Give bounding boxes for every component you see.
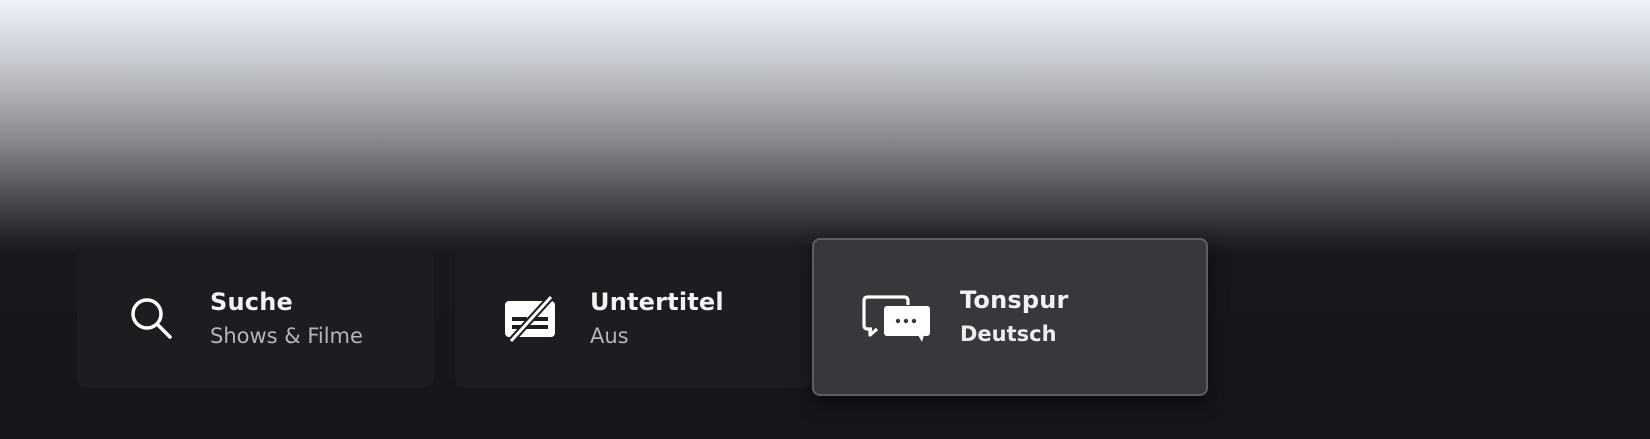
subtitles-tile-title: Untertitel	[590, 288, 724, 316]
search-tile-texts: Suche Shows & Filme	[210, 286, 363, 352]
audio-track-tile-texts: Tonspur Deutsch	[960, 284, 1069, 350]
subtitles-off-icon	[502, 293, 558, 345]
audio-track-tile-subtitle: Deutsch	[960, 322, 1057, 346]
player-options-menu: Suche Shows & Filme Untertitel Aus Tonsp…	[0, 0, 1650, 439]
search-tile-subtitle: Shows & Filme	[210, 324, 363, 348]
subtitles-tile-subtitle: Aus	[590, 324, 629, 348]
audio-track-tile[interactable]: Tonspur Deutsch	[812, 238, 1208, 396]
search-tile-title: Suche	[210, 288, 293, 316]
subtitles-tile-texts: Untertitel Aus	[590, 286, 724, 352]
audio-track-icon	[860, 289, 932, 345]
subtitles-tile[interactable]: Untertitel Aus	[455, 250, 812, 388]
search-icon	[126, 293, 178, 345]
search-tile[interactable]: Suche Shows & Filme	[77, 250, 434, 388]
audio-track-tile-title: Tonspur	[960, 286, 1069, 314]
